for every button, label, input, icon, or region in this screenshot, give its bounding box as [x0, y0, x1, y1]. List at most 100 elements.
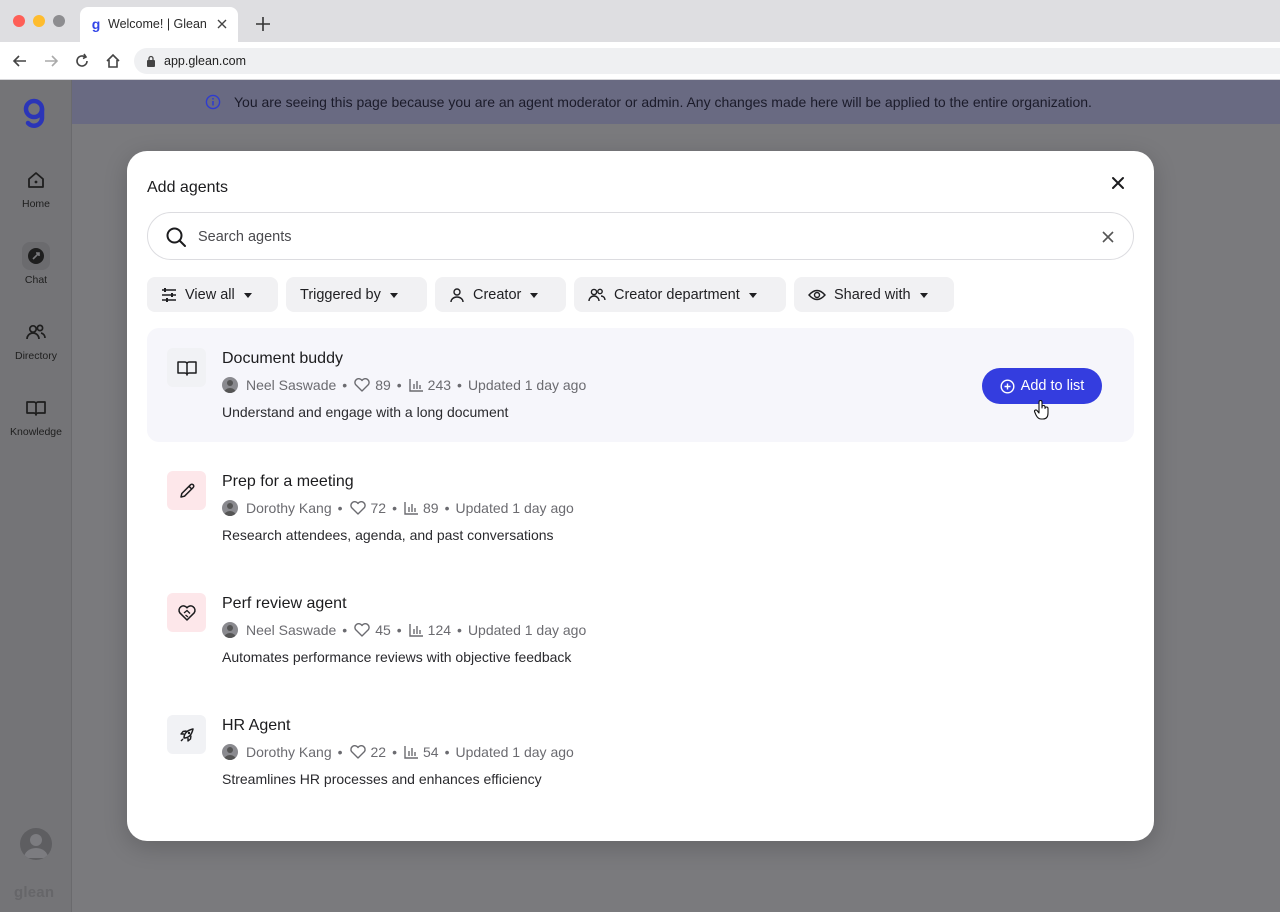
bar-chart-icon [408, 624, 423, 637]
close-icon[interactable] [1108, 173, 1128, 193]
creator-avatar [222, 744, 238, 760]
uses-count: 243 [427, 377, 452, 393]
sidebar-item-directory[interactable]: Directory [0, 318, 72, 378]
heart-icon[interactable] [353, 622, 371, 638]
sliders-icon [162, 287, 176, 302]
caret-down-icon [748, 292, 757, 298]
agent-card[interactable]: HR Agent Dorothy Kang • 22 • 54 • Update… [147, 695, 1134, 809]
sidebar-item-home[interactable]: Home [0, 166, 72, 226]
agent-description: Automates performance reviews with objec… [222, 649, 572, 665]
separator: • [392, 744, 397, 760]
modal-title: Add agents [147, 179, 228, 196]
sidebar-item-label: Directory [14, 350, 57, 362]
uses-count: 54 [423, 744, 439, 760]
filter-label: Creator department [614, 286, 740, 303]
eye-icon [808, 289, 826, 300]
separator: • [392, 500, 397, 516]
reload-icon[interactable] [73, 52, 91, 70]
glean-wordmark: glean [14, 884, 55, 901]
sidebar-item-label: Chat [24, 274, 48, 286]
filter-label: View all [185, 286, 235, 303]
creator-name[interactable]: Neel Saswade [246, 622, 336, 638]
clear-search-icon[interactable] [1100, 229, 1116, 245]
filter-triggered-by[interactable]: Triggered by [286, 277, 427, 312]
separator: • [337, 744, 343, 760]
sidebar-item-label: Knowledge [10, 426, 62, 438]
agent-title[interactable]: Document buddy [222, 350, 343, 368]
creator-name[interactable]: Neel Saswade [246, 377, 336, 393]
forward-icon[interactable] [42, 52, 60, 70]
heart-handshake-icon [167, 593, 206, 632]
agent-card[interactable]: Perf review agent Neel Saswade • 45 • 12… [147, 573, 1134, 687]
address-bar[interactable]: app.glean.com [134, 48, 1280, 74]
filter-shared-with[interactable]: Shared with [794, 277, 954, 312]
likes-count: 72 [370, 500, 387, 516]
sidebar-item-knowledge[interactable]: Knowledge [0, 394, 72, 454]
window-close-button[interactable] [13, 15, 25, 27]
separator: • [342, 622, 348, 638]
separator: • [444, 500, 450, 516]
url-text: app.glean.com [164, 54, 247, 68]
updated-text: Updated 1 day ago [455, 744, 574, 760]
tab-close-icon[interactable] [214, 16, 230, 32]
glean-favicon-icon: g [91, 16, 101, 32]
caret-down-icon [243, 292, 252, 298]
heart-icon[interactable] [353, 377, 371, 393]
home-browser-icon[interactable] [104, 52, 122, 70]
updated-text: Updated 1 day ago [467, 622, 587, 638]
filter-label: Creator [473, 286, 522, 303]
people-icon [588, 288, 606, 301]
creator-avatar [222, 622, 238, 638]
sidebar-item-chat[interactable]: Chat [0, 242, 72, 302]
search-input[interactable] [198, 225, 1078, 249]
new-tab-icon[interactable] [254, 15, 272, 33]
agent-card[interactable]: Prep for a meeting Dorothy Kang • 72 • 8… [147, 451, 1134, 565]
filter-creator[interactable]: Creator [435, 277, 566, 312]
separator: • [342, 377, 348, 393]
agent-description: Streamlines HR processes and enhances ef… [222, 771, 542, 787]
agent-title[interactable]: Perf review agent [222, 595, 347, 613]
uses-count: 89 [423, 500, 439, 516]
window-zoom-button[interactable] [53, 15, 65, 27]
search-icon [166, 227, 186, 247]
window-minimize-button[interactable] [33, 15, 45, 27]
bar-chart-icon [408, 379, 423, 392]
back-icon[interactable] [11, 52, 29, 70]
tab-title: Welcome! | Glean [108, 17, 207, 31]
filter-creator-department[interactable]: Creator department [574, 277, 786, 312]
heart-icon[interactable] [349, 744, 367, 760]
separator: • [337, 500, 343, 516]
user-avatar[interactable] [20, 828, 52, 860]
agent-card[interactable]: Document buddy Neel Saswade • 89 • 243 •… [147, 328, 1134, 442]
agent-meta: Neel Saswade • 45 • 124 • Updated 1 day … [222, 621, 586, 639]
browser-tab[interactable]: g Welcome! | Glean [80, 7, 238, 42]
creator-name[interactable]: Dorothy Kang [246, 500, 332, 516]
rocket-icon [167, 715, 206, 754]
glean-logo-icon[interactable] [20, 96, 52, 130]
admin-banner: You are seeing this page because you are… [72, 80, 1280, 124]
separator: • [396, 377, 402, 393]
agent-description: Understand and engage with a long docume… [222, 404, 509, 420]
browser-toolbar: app.glean.com [0, 42, 1280, 80]
heart-icon[interactable] [349, 500, 367, 516]
agent-meta: Dorothy Kang • 22 • 54 • Updated 1 day a… [222, 743, 574, 761]
separator: • [444, 744, 450, 760]
filter-label: Triggered by [300, 286, 381, 303]
banner-text: You are seeing this page because you are… [234, 94, 1092, 110]
agent-description: Research attendees, agenda, and past con… [222, 527, 554, 543]
likes-count: 22 [370, 744, 387, 760]
updated-text: Updated 1 day ago [455, 500, 574, 516]
person-icon [450, 287, 464, 302]
uses-count: 124 [427, 622, 452, 638]
add-agents-modal: Add agents View all Triggered by Creator… [127, 151, 1154, 841]
creator-name[interactable]: Dorothy Kang [246, 744, 332, 760]
caret-down-icon [530, 292, 539, 298]
filter-view-all[interactable]: View all [147, 277, 278, 312]
pencil-icon [167, 471, 206, 510]
agent-title[interactable]: HR Agent [222, 717, 290, 735]
separator: • [396, 622, 402, 638]
caret-down-icon [919, 292, 928, 298]
browser-tabbar: g Welcome! | Glean [0, 0, 1280, 42]
agent-title[interactable]: Prep for a meeting [222, 473, 354, 491]
add-to-list-label: Add to list [1020, 378, 1085, 394]
